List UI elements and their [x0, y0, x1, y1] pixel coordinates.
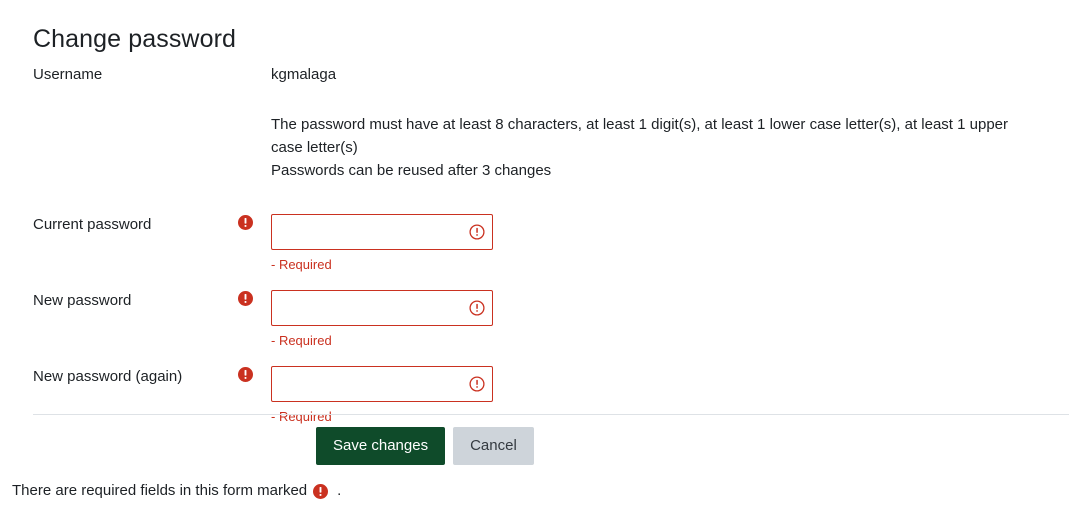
- policy-requirements-line: The password must have at least 8 charac…: [271, 116, 1009, 156]
- form-divider: [33, 414, 1069, 415]
- new-password-error: - Required: [271, 333, 332, 348]
- required-exclamation-icon: [238, 215, 253, 230]
- save-changes-button[interactable]: Save changes: [316, 427, 446, 465]
- username-label: Username: [33, 66, 103, 83]
- page-title: Change password: [33, 25, 237, 53]
- password-policy-text: The password must have at least 8 charac…: [271, 113, 1031, 182]
- required-exclamation-icon: [238, 367, 253, 382]
- policy-required-slot: [238, 113, 271, 114]
- form-row-username: Username kgmalaga: [0, 64, 1083, 90]
- new-password-again-error: - Required: [271, 409, 332, 424]
- current-password-input[interactable]: [271, 214, 493, 250]
- new-password-required-slot: [238, 290, 271, 306]
- current-password-input-wrap: [271, 214, 493, 250]
- required-exclamation-icon: [313, 483, 329, 499]
- username-value: kgmalaga: [271, 66, 337, 83]
- current-password-field: - Required: [271, 214, 1083, 273]
- required-fields-note-period: .: [337, 482, 342, 499]
- current-password-label: Current password: [33, 216, 152, 233]
- change-password-page: Change password Username kgmalaga The pa…: [0, 0, 1083, 529]
- new-password-input[interactable]: [271, 290, 493, 326]
- form-row-password-policy: The password must have at least 8 charac…: [0, 113, 1083, 182]
- cancel-button[interactable]: Cancel: [453, 427, 534, 465]
- required-exclamation-icon: [238, 291, 253, 306]
- policy-reuse-line: Passwords can be reused after 3 changes: [271, 162, 552, 179]
- new-password-again-input-wrap: [271, 366, 493, 402]
- new-password-label: New password: [33, 292, 132, 309]
- new-password-again-required-slot: [238, 366, 271, 382]
- new-password-field: - Required: [271, 290, 1083, 349]
- new-password-again-field: - Required: [271, 366, 1083, 425]
- form-row-current-password: Current password - Required: [0, 214, 1083, 273]
- form-row-new-password-again: New password (again) - Required: [0, 366, 1083, 425]
- current-password-error: - Required: [271, 257, 332, 272]
- required-fields-note: There are required fields in this form m…: [12, 480, 341, 502]
- policy-text-field: The password must have at least 8 charac…: [271, 113, 1083, 182]
- required-fields-note-text: There are required fields in this form m…: [12, 482, 308, 499]
- form-actions: Save changes Cancel: [316, 427, 534, 465]
- username-required-slot: [238, 64, 271, 65]
- new-password-again-input[interactable]: [271, 366, 493, 402]
- form-row-new-password: New password - Required: [0, 290, 1083, 349]
- new-password-again-label: New password (again): [33, 368, 183, 385]
- new-password-input-wrap: [271, 290, 493, 326]
- username-value-field: kgmalaga: [271, 64, 1083, 86]
- change-password-form: Username kgmalaga The password must have…: [0, 64, 1083, 425]
- current-password-required-slot: [238, 214, 271, 230]
